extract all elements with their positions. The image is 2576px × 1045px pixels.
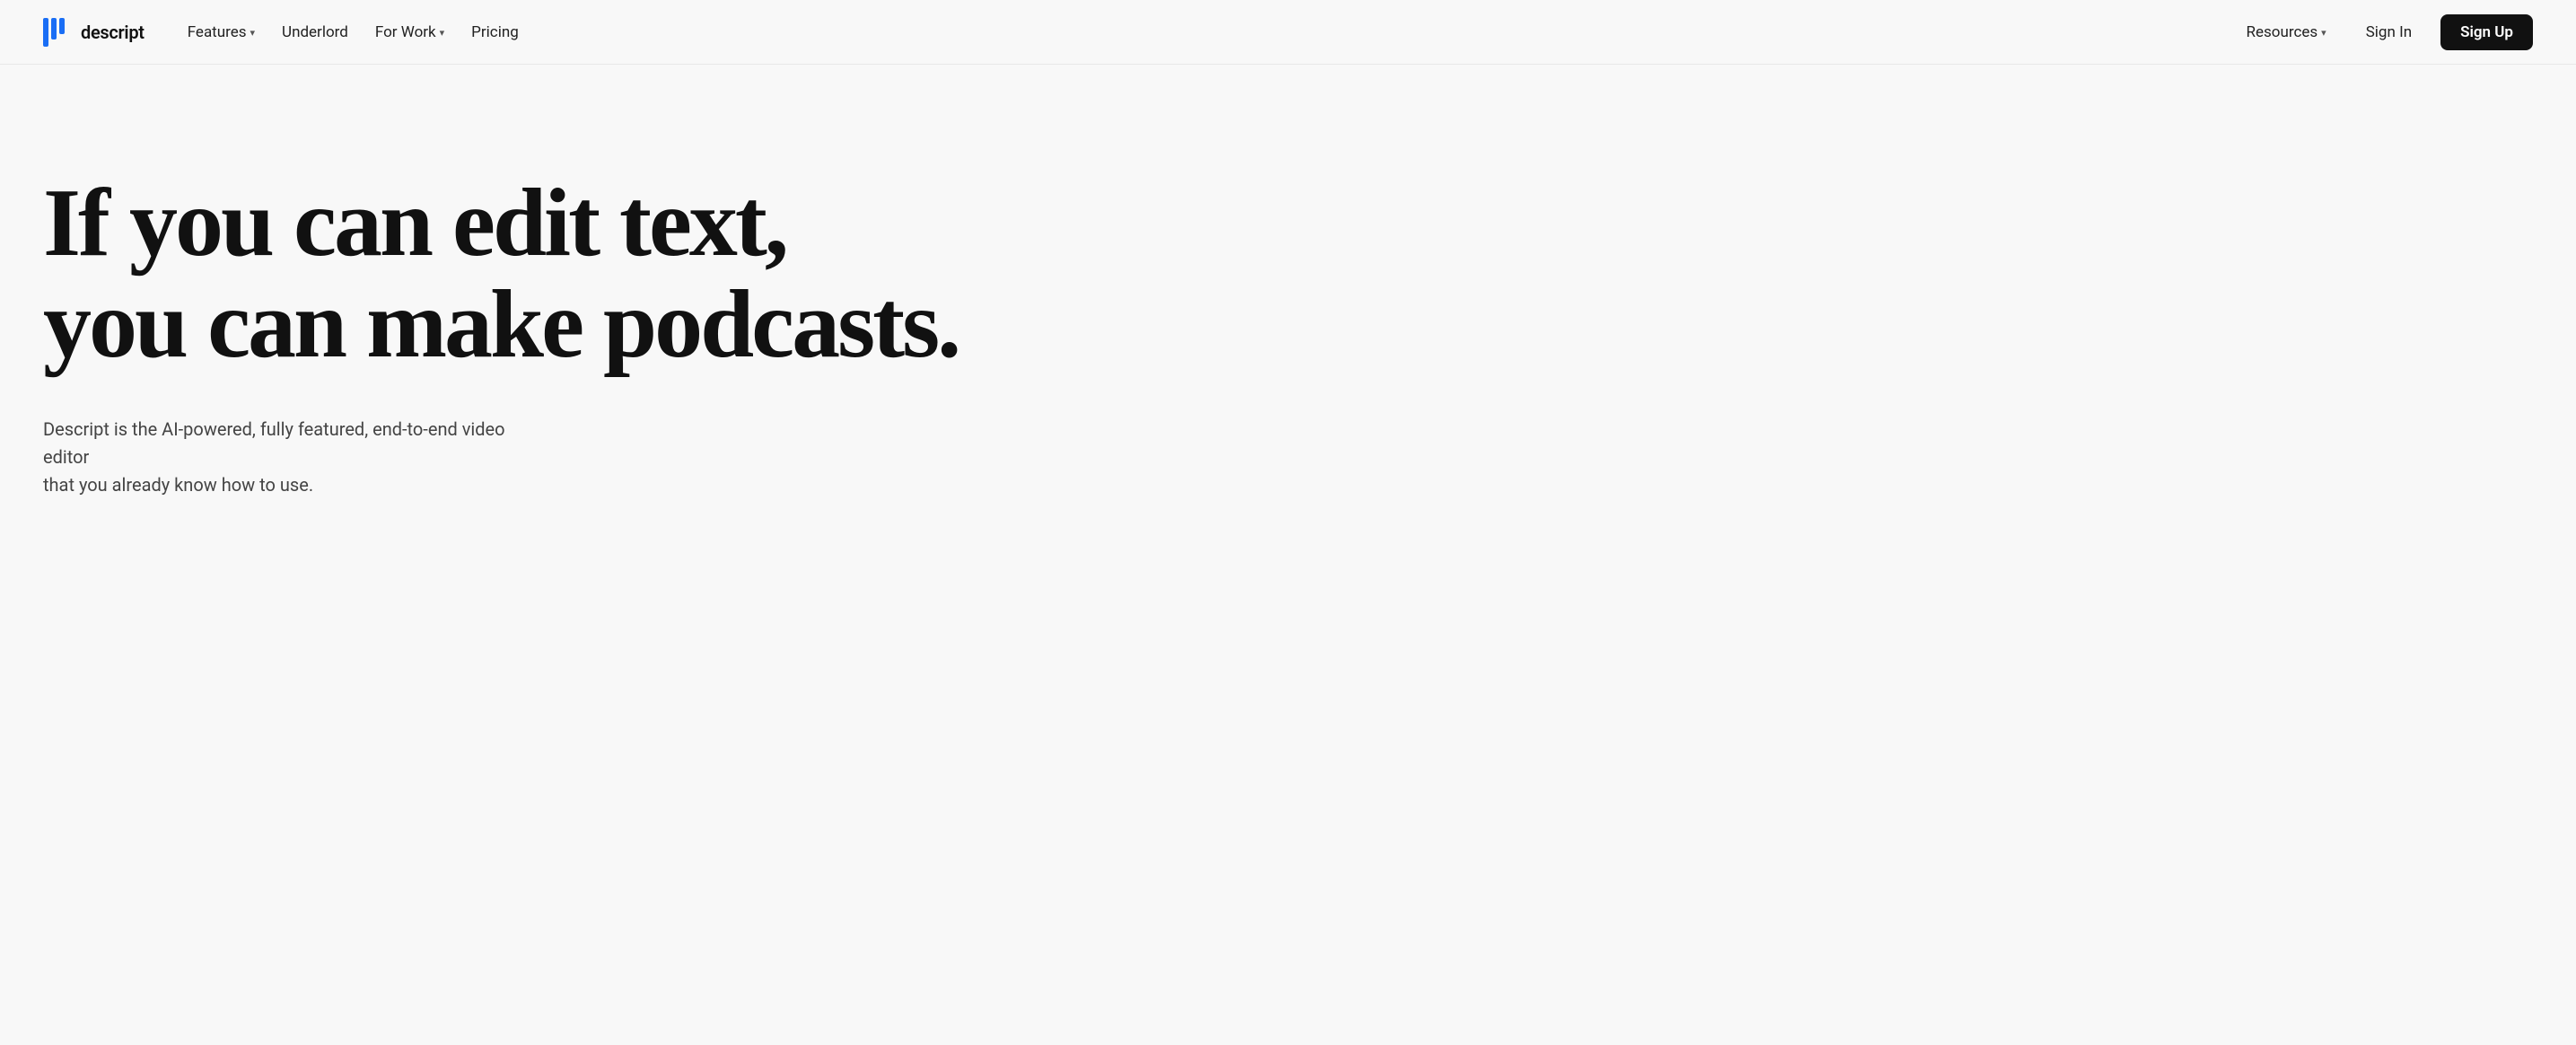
sign-in-button[interactable]: Sign In (2352, 16, 2426, 48)
descript-logo-icon (43, 18, 72, 47)
nav-item-resources[interactable]: Resources ▾ (2236, 16, 2337, 48)
nav-label-for-work: For Work (375, 23, 436, 41)
hero-headline: If you can edit text, you can make podca… (43, 172, 1120, 380)
hero-headline-line2: you can make podcasts. (43, 271, 959, 378)
cursor-bar (962, 286, 968, 376)
navbar: descript Features ▾ Underlord For Work ▾… (0, 0, 2576, 65)
sign-in-label: Sign In (2366, 23, 2412, 41)
nav-item-for-work[interactable]: For Work ▾ (364, 16, 455, 48)
hero-section: If you can edit text, you can make podca… (0, 65, 1257, 571)
nav-label-resources: Resources (2247, 23, 2318, 41)
sign-up-button[interactable]: Sign Up (2440, 14, 2533, 50)
nav-label-features: Features (188, 23, 247, 41)
hero-subtext-line2: that you already know how to use. (43, 474, 313, 496)
nav-label-pricing: Pricing (471, 23, 519, 41)
nav-label-underlord: Underlord (282, 23, 348, 41)
chevron-down-icon: ▾ (250, 27, 256, 39)
hero-subtext: Descript is the AI-powered, fully featur… (43, 416, 546, 499)
chevron-down-icon: ▾ (440, 27, 445, 39)
logo-text: descript (81, 22, 145, 43)
nav-links: Features ▾ Underlord For Work ▾ Pricing (177, 16, 530, 48)
sign-up-label: Sign Up (2460, 23, 2513, 41)
nav-item-features[interactable]: Features ▾ (177, 16, 266, 48)
logo-link[interactable]: descript (43, 18, 145, 47)
chevron-down-icon: ▾ (2321, 27, 2326, 39)
hero-headline-line1: If you can edit text, (43, 170, 786, 277)
hero-subtext-line1: Descript is the AI-powered, fully featur… (43, 418, 505, 468)
nav-item-underlord[interactable]: Underlord (271, 16, 359, 48)
nav-left: descript Features ▾ Underlord For Work ▾… (43, 16, 530, 48)
nav-item-pricing[interactable]: Pricing (460, 16, 530, 48)
nav-right: Resources ▾ Sign In Sign Up (2236, 14, 2533, 50)
